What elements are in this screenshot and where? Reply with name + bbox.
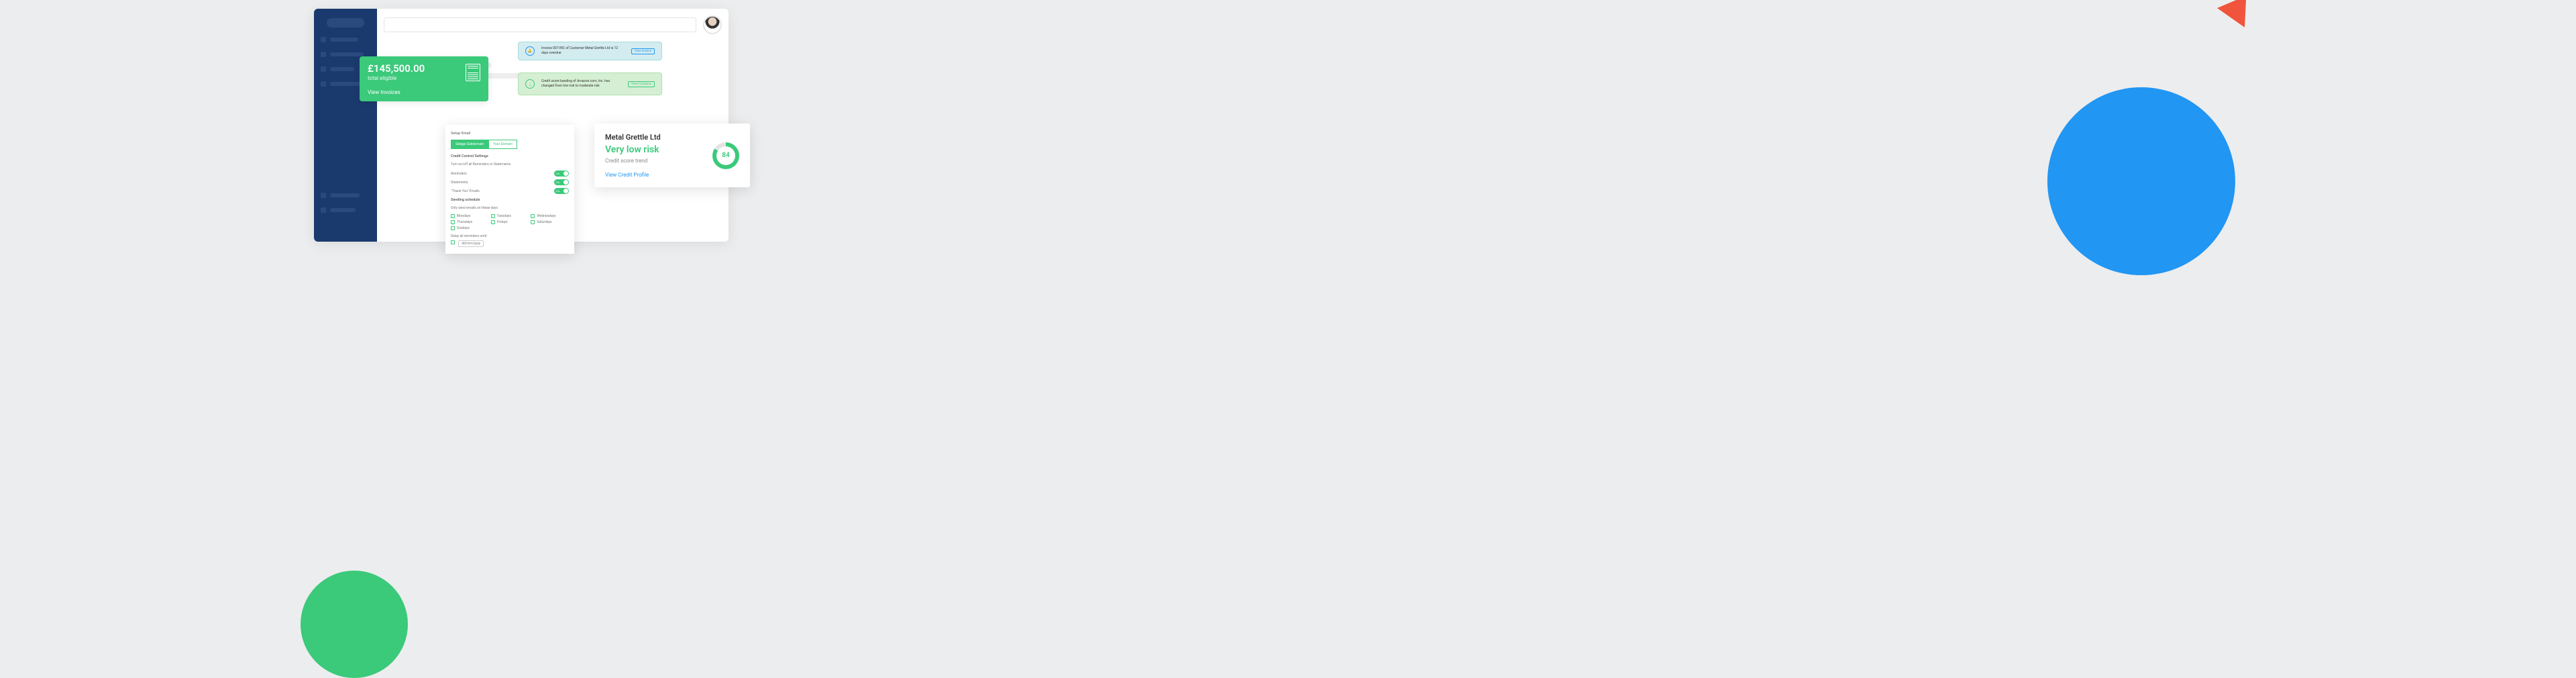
view-credit-profile-link[interactable]: View Credit Profile — [605, 172, 661, 178]
sidebar-nav-item[interactable] — [321, 37, 370, 42]
eligible-card: £145,500.00 total eligible View Invoices — [360, 56, 488, 101]
statements-label: Statements — [451, 181, 468, 185]
credit-control-settings-title: Credit Control Settings — [451, 154, 569, 158]
thankyou-toggle[interactable]: On — [554, 188, 569, 194]
delay-row: Delay all reminders until: — [451, 234, 569, 238]
tuesday-checkbox[interactable] — [491, 214, 495, 218]
decorative-circle-blue — [2047, 87, 2235, 275]
view-invoice-button[interactable]: View Invoice — [631, 48, 655, 54]
risk-trend-label: Credit score trend — [605, 158, 661, 164]
delay-date-input[interactable]: dd/mm/yyyy — [458, 240, 484, 247]
sidebar-nav-item[interactable] — [321, 207, 370, 213]
risk-level: Very low risk — [605, 144, 661, 155]
delay-label: Delay all reminders until: — [451, 234, 487, 238]
turn-off-description: Turn on/off all Reminders or Statements — [451, 162, 569, 166]
download-icon: ↓ — [525, 79, 535, 89]
reminders-label: Reminders — [451, 172, 467, 176]
risk-company-name: Metal Grettle Ltd — [605, 133, 661, 142]
invoice-icon — [466, 64, 480, 81]
settings-panel: Setup Email Satago Subdomain Your Domain… — [445, 125, 574, 254]
eligible-amount: £145,500.00 — [368, 62, 425, 75]
sidebar — [314, 9, 377, 242]
monday-checkbox[interactable] — [451, 214, 455, 218]
view-company-button[interactable]: View Company — [628, 81, 655, 87]
reminders-toggle[interactable]: On — [554, 171, 569, 177]
sidebar-nav-item[interactable] — [321, 193, 370, 198]
only-send-description: Only send emails on these days — [451, 206, 569, 210]
credit-score-ring: 84 — [712, 142, 739, 169]
tab-satago-subdomain[interactable]: Satago Subdomain — [451, 140, 488, 149]
wednesday-checkbox[interactable] — [531, 214, 535, 218]
setup-email-title: Setup Email — [451, 132, 569, 136]
logo-placeholder — [327, 18, 364, 28]
days-checkbox-grid: Mondays Tuesdays Wednesdays Thursdays Fr… — [451, 214, 569, 230]
bell-icon: 🔔 — [525, 46, 535, 56]
domain-tab-group: Satago Subdomain Your Domain — [451, 140, 569, 149]
topbar — [384, 15, 722, 34]
statements-toggle[interactable]: On — [554, 179, 569, 185]
search-input[interactable] — [384, 17, 696, 32]
delay-checkbox[interactable] — [451, 240, 455, 244]
decorative-circle-green — [301, 571, 408, 678]
saturday-checkbox[interactable] — [531, 220, 535, 224]
notification-text: Invoice 007-INC of Customer Metal Grettl… — [541, 46, 625, 56]
credit-score-value: 84 — [722, 152, 729, 159]
friday-checkbox[interactable] — [491, 220, 495, 224]
user-avatar[interactable] — [703, 15, 722, 34]
credit-change-notification: ↓ Credit score banding of Amazon.com, In… — [518, 72, 662, 95]
invoice-overdue-notification: 🔔 Invoice 007-INC of Customer Metal Gret… — [518, 42, 662, 60]
view-invoices-link[interactable]: View Invoices — [368, 89, 425, 95]
tab-your-domain[interactable]: Your Domain — [488, 140, 517, 149]
risk-card: Metal Grettle Ltd Very low risk Credit s… — [594, 124, 750, 187]
thursday-checkbox[interactable] — [451, 220, 455, 224]
eligible-label: total eligible — [368, 75, 425, 81]
decorative-arrow — [2217, 0, 2260, 28]
notification-text: Credit score banding of Amazon.com, Inc.… — [541, 79, 621, 89]
sending-schedule-title: Sending schedule — [451, 198, 569, 202]
thankyou-label: "Thank You" Emails — [451, 189, 480, 193]
sunday-checkbox[interactable] — [451, 226, 455, 230]
